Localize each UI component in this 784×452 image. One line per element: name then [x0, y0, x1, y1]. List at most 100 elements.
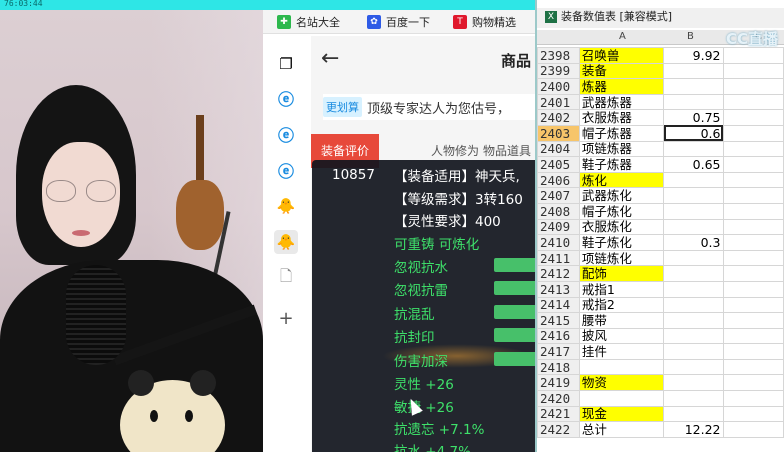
cell-a[interactable]: 武器炼化 — [578, 187, 665, 204]
row-number[interactable]: 2421 — [537, 405, 580, 423]
cell-b[interactable] — [663, 280, 724, 298]
cell-c[interactable] — [722, 312, 784, 329]
row-number[interactable]: 2410 — [537, 234, 580, 251]
cell-a[interactable]: 腰带 — [578, 312, 665, 329]
row-number[interactable]: 2420 — [537, 390, 580, 407]
add-icon[interactable]: + — [274, 306, 298, 330]
cell-c[interactable] — [722, 78, 784, 95]
cell-c[interactable] — [722, 47, 784, 64]
cell-a[interactable]: 项链炼器 — [578, 140, 665, 158]
cell-b[interactable] — [663, 358, 724, 376]
cell-a[interactable]: 鞋子炼化 — [578, 234, 665, 251]
cell-b[interactable]: 0.6 — [663, 124, 724, 142]
cell-c[interactable] — [722, 421, 784, 438]
cell-b[interactable] — [663, 296, 724, 314]
row-number[interactable]: 2405 — [537, 156, 580, 173]
cell-b[interactable] — [663, 78, 724, 95]
cell-a[interactable] — [578, 390, 665, 407]
cell-c[interactable] — [722, 249, 784, 267]
cell-c[interactable] — [722, 218, 784, 236]
document-icon[interactable]: 🗋 — [274, 266, 298, 290]
cell-a[interactable]: 帽子炼化 — [578, 202, 665, 220]
cell-a[interactable]: 炼化 — [578, 171, 665, 189]
row-number[interactable]: 2417 — [537, 343, 580, 360]
cell-a[interactable]: 鞋子炼器 — [578, 156, 665, 173]
row-number[interactable]: 2413 — [537, 280, 580, 298]
cell-c[interactable] — [722, 234, 784, 251]
cell-b[interactable] — [663, 249, 724, 267]
cell-c[interactable] — [722, 171, 784, 189]
row-number[interactable]: 2415 — [537, 312, 580, 329]
row-number[interactable]: 2408 — [537, 202, 580, 220]
row-number[interactable]: 2412 — [537, 265, 580, 282]
cell-a[interactable]: 戒指2 — [578, 296, 665, 314]
cell-c[interactable] — [722, 62, 784, 80]
cell-c[interactable] — [722, 109, 784, 126]
cell-a[interactable]: 装备 — [578, 62, 665, 80]
cell-a[interactable]: 披风 — [578, 327, 665, 345]
row-number[interactable]: 2407 — [537, 187, 580, 204]
cell-b[interactable]: 0.3 — [663, 234, 724, 251]
browser-e-icon[interactable]: ⓔ — [274, 158, 298, 182]
cell-a[interactable]: 帽子炼器 — [578, 124, 665, 142]
cell-b[interactable] — [663, 265, 724, 282]
cell-b[interactable]: 9.92 — [663, 47, 724, 64]
cell-b[interactable] — [663, 312, 724, 329]
cell-b[interactable] — [663, 405, 724, 423]
cell-a[interactable]: 总计 — [578, 421, 665, 438]
row-number[interactable]: 2414 — [537, 296, 580, 314]
browser-e-icon[interactable]: ⓔ — [274, 86, 298, 110]
cell-b[interactable] — [663, 374, 724, 392]
cell-c[interactable] — [722, 343, 784, 360]
row-number[interactable]: 2416 — [537, 327, 580, 345]
cell-a[interactable]: 衣服炼器 — [578, 109, 665, 126]
cell-a[interactable] — [578, 358, 665, 376]
row-number[interactable]: 2400 — [537, 78, 580, 95]
cell-c[interactable] — [722, 140, 784, 158]
promo-banner[interactable]: 更划算 顶级专家达人为您估号， — [323, 94, 535, 120]
cell-b[interactable] — [663, 202, 724, 220]
cell-b[interactable] — [663, 140, 724, 158]
cell-c[interactable] — [722, 156, 784, 173]
column-letter[interactable]: B — [687, 31, 694, 42]
cell-a[interactable]: 戒指1 — [578, 280, 665, 298]
cell-b[interactable]: 12.22 — [663, 421, 724, 438]
cell-c[interactable] — [722, 124, 784, 142]
row-number[interactable]: 2402 — [537, 109, 580, 126]
cell-c[interactable] — [722, 374, 784, 392]
cell-a[interactable]: 衣服炼化 — [578, 218, 665, 236]
cell-a[interactable]: 项链炼化 — [578, 249, 665, 267]
cell-c[interactable] — [722, 405, 784, 423]
cell-c[interactable] — [722, 202, 784, 220]
row-number[interactable]: 2419 — [537, 374, 580, 392]
browser-e-icon[interactable]: ⓔ — [274, 122, 298, 146]
favorite-item[interactable]: T 购物精选 — [453, 13, 516, 31]
row-number[interactable]: 2411 — [537, 249, 580, 267]
cell-b[interactable]: 0.65 — [663, 156, 724, 173]
back-arrow-icon[interactable]: ← — [321, 46, 339, 71]
row-number[interactable]: 2409 — [537, 218, 580, 236]
cell-c[interactable] — [722, 187, 784, 204]
cell-c[interactable] — [722, 358, 784, 376]
cell-b[interactable]: 0.75 — [663, 109, 724, 126]
row-number[interactable]: 2399 — [537, 62, 580, 80]
cell-c[interactable] — [722, 280, 784, 298]
cell-a[interactable]: 挂件 — [578, 343, 665, 360]
row-number[interactable]: 2422 — [537, 421, 580, 438]
row-number[interactable]: 2404 — [537, 140, 580, 158]
column-letter[interactable]: A — [619, 31, 626, 42]
cell-b[interactable] — [663, 218, 724, 236]
chick-icon[interactable]: 🐥 — [274, 194, 298, 218]
cell-c[interactable] — [722, 327, 784, 345]
cell-a[interactable]: 物资 — [578, 374, 665, 392]
cell-c[interactable] — [722, 93, 784, 111]
cell-b[interactable] — [663, 327, 724, 345]
cell-c[interactable] — [722, 265, 784, 282]
favorite-item[interactable]: ✚ 名站大全 — [277, 13, 340, 31]
row-number[interactable]: 2398 — [537, 47, 580, 64]
cell-b[interactable] — [663, 343, 724, 360]
cell-b[interactable] — [663, 187, 724, 204]
cell-a[interactable]: 召唤兽 — [578, 47, 665, 64]
tabs-icon[interactable]: ❐ — [274, 52, 298, 76]
cell-a[interactable]: 现金 — [578, 405, 665, 423]
